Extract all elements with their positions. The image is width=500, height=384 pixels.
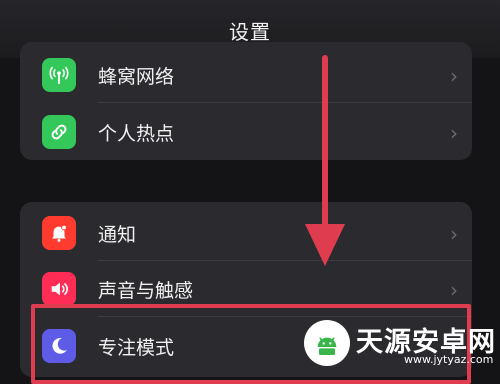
android-logo-icon (304, 320, 350, 366)
watermark-url: www.jytyaz.com (404, 353, 494, 366)
watermark: 天源安卓网 www.jytyaz.com (298, 318, 498, 373)
